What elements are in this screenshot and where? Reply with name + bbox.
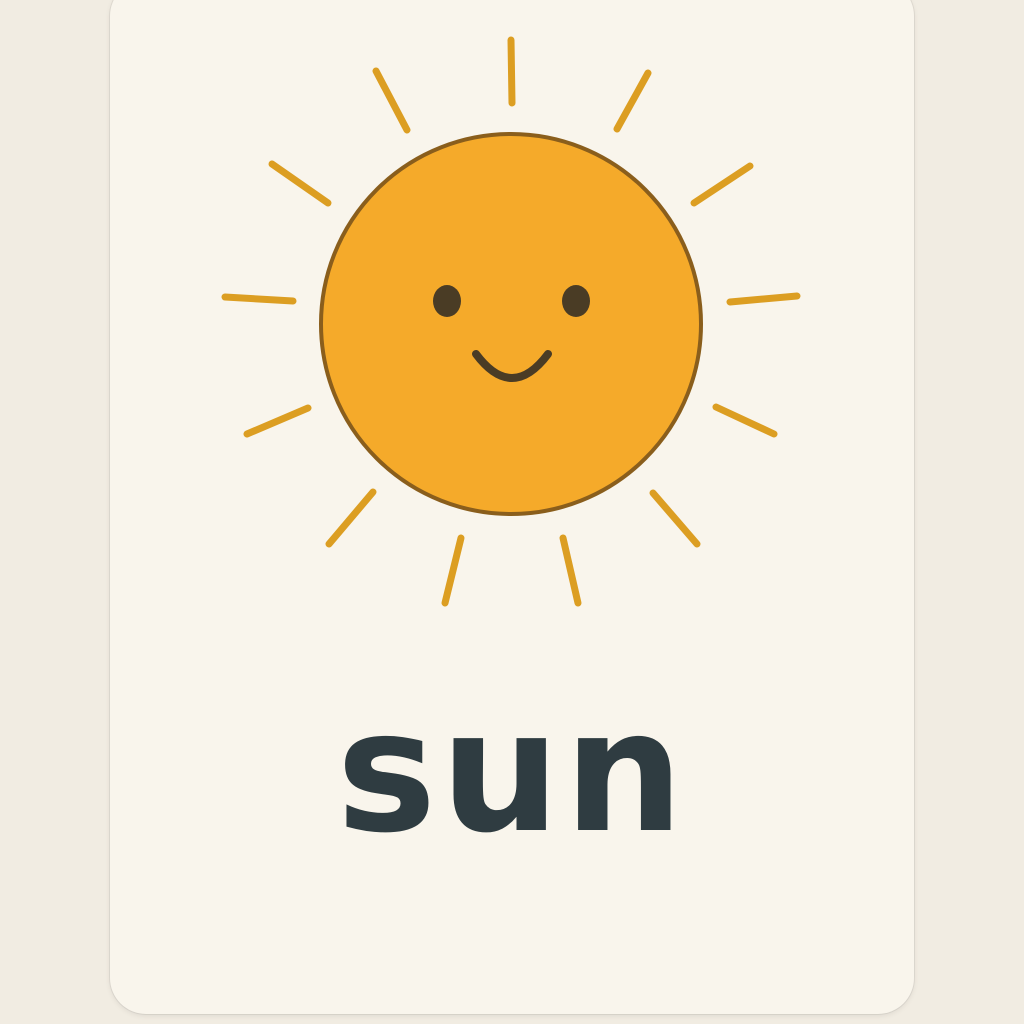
sun-ray: [726, 292, 801, 306]
sun-ray: [243, 404, 312, 438]
card-word: sun: [336, 674, 688, 870]
right-eye: [562, 285, 590, 317]
sun-ray: [441, 534, 465, 607]
sun-ray: [559, 534, 582, 607]
sun-face-circle: [319, 132, 703, 516]
sun-ray: [690, 162, 754, 207]
sun-ray: [649, 489, 701, 548]
sun-ray: [268, 160, 332, 207]
sun-ray: [325, 488, 377, 548]
sun-ray: [507, 36, 516, 107]
left-eye: [433, 285, 461, 317]
sun-ray: [221, 293, 297, 305]
sun-ray: [712, 403, 778, 438]
sun-ray: [613, 69, 652, 133]
sun-ray: [372, 67, 411, 134]
